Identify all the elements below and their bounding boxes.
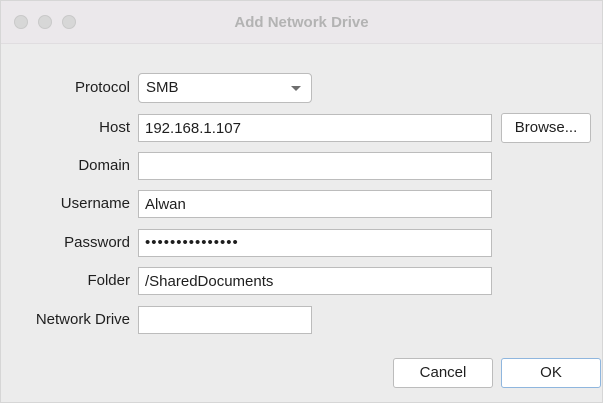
browse-button[interactable]: Browse... (501, 113, 591, 143)
network-drive-input[interactable] (138, 306, 312, 334)
protocol-label: Protocol (74, 79, 130, 96)
username-input[interactable] (138, 190, 492, 218)
folder-input[interactable] (138, 267, 492, 295)
domain-input[interactable] (138, 152, 492, 180)
domain-label: Domain (78, 157, 130, 174)
username-label: Username (60, 195, 130, 212)
password-mask: ••••••••••••••• (145, 234, 239, 251)
password-input[interactable]: ••••••••••••••• (138, 229, 492, 257)
add-network-drive-dialog: Add Network Drive Protocol SMB Host Brow… (0, 0, 603, 403)
host-label: Host (99, 119, 130, 136)
window-title: Add Network Drive (234, 14, 369, 31)
protocol-select[interactable]: SMB (138, 73, 312, 103)
protocol-value: SMB (146, 79, 179, 96)
ok-button[interactable]: OK (501, 358, 601, 388)
host-input[interactable] (138, 114, 492, 142)
folder-label: Folder (87, 272, 130, 289)
password-label: Password (64, 234, 130, 251)
title-bar: Add Network Drive (1, 1, 602, 44)
chevron-down-icon (291, 86, 301, 91)
cancel-button[interactable]: Cancel (393, 358, 493, 388)
network-drive-label: Network Drive (35, 311, 130, 328)
